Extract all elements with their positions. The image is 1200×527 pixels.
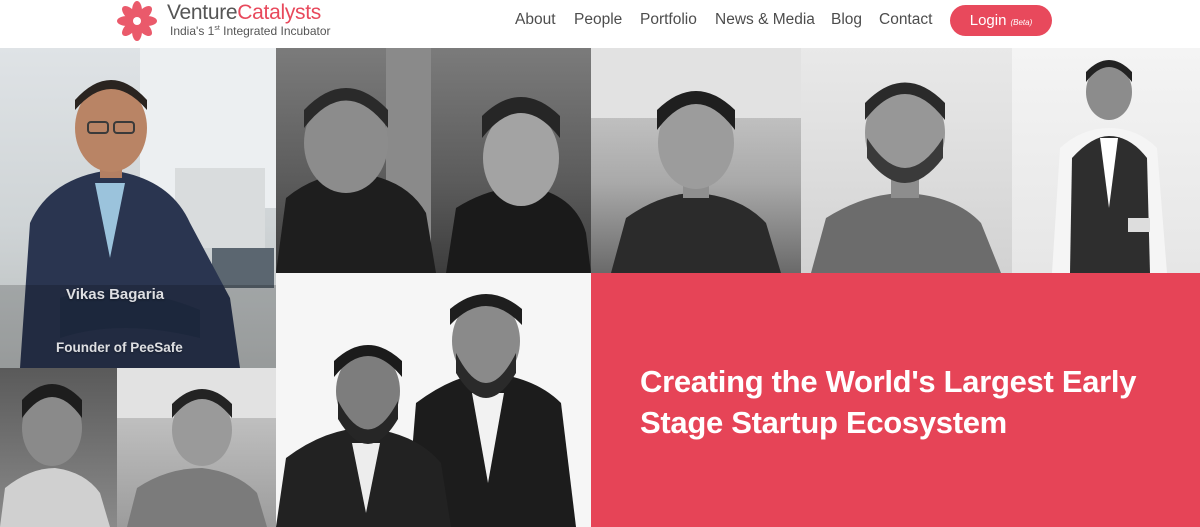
founder-3-photo <box>591 48 801 273</box>
nav-people[interactable]: People <box>574 10 622 30</box>
photo-tile-founder-7[interactable] <box>117 368 276 527</box>
nav-about[interactable]: About <box>515 10 556 30</box>
nav-blog[interactable]: Blog <box>831 10 862 30</box>
site-header: VentureCatalysts India's 1st Integrated … <box>0 0 1200 48</box>
tagline-pre: India's 1 <box>170 24 215 38</box>
photo-tile-featured-founder[interactable]: Vikas Bagaria Founder of PeeSafe <box>0 48 276 368</box>
photo-tile-founder-3[interactable] <box>591 48 801 273</box>
photo-tile-founder-6[interactable] <box>0 368 117 527</box>
founder-role: Founder of PeeSafe <box>56 340 183 355</box>
login-beta-badge: (Beta) <box>1010 18 1033 27</box>
founder-photo <box>0 48 276 368</box>
lotus-logo-icon <box>117 1 157 41</box>
founder-name: Vikas Bagaria <box>66 286 165 303</box>
brand-name-part1: Venture <box>167 1 238 24</box>
founder-6-photo <box>0 384 110 527</box>
hero-headline: Creating the World's Largest Early Stage… <box>640 364 1137 440</box>
founders-2-photo <box>276 294 576 527</box>
brand-tagline: India's 1st Integrated Incubator <box>170 24 331 38</box>
brand-logo[interactable]: VentureCatalysts India's 1st Integrated … <box>116 0 346 42</box>
founder-7-photo <box>117 368 276 527</box>
brand-name: VentureCatalysts <box>167 1 321 25</box>
login-label: Login <box>969 11 1007 29</box>
founders-photo <box>276 48 591 273</box>
nav-news-media[interactable]: News & Media <box>715 10 815 30</box>
login-button[interactable]: Login (Beta) <box>950 5 1052 36</box>
photo-tile-founder-4[interactable] <box>801 48 1012 273</box>
photo-tile-founder-5[interactable] <box>1012 48 1200 273</box>
photo-tile-two-founders-2[interactable] <box>276 273 591 527</box>
hero-banner: Creating the World's Largest Early Stage… <box>591 273 1200 527</box>
brand-name-part2: Catalysts <box>237 1 321 24</box>
nav-portfolio[interactable]: Portfolio <box>640 10 697 30</box>
founder-5-photo <box>1052 60 1167 273</box>
nav-contact[interactable]: Contact <box>879 10 932 30</box>
tagline-post: Integrated Incubator <box>219 24 331 38</box>
photo-tile-two-founders[interactable] <box>276 48 591 273</box>
founder-4-photo <box>811 82 1001 273</box>
